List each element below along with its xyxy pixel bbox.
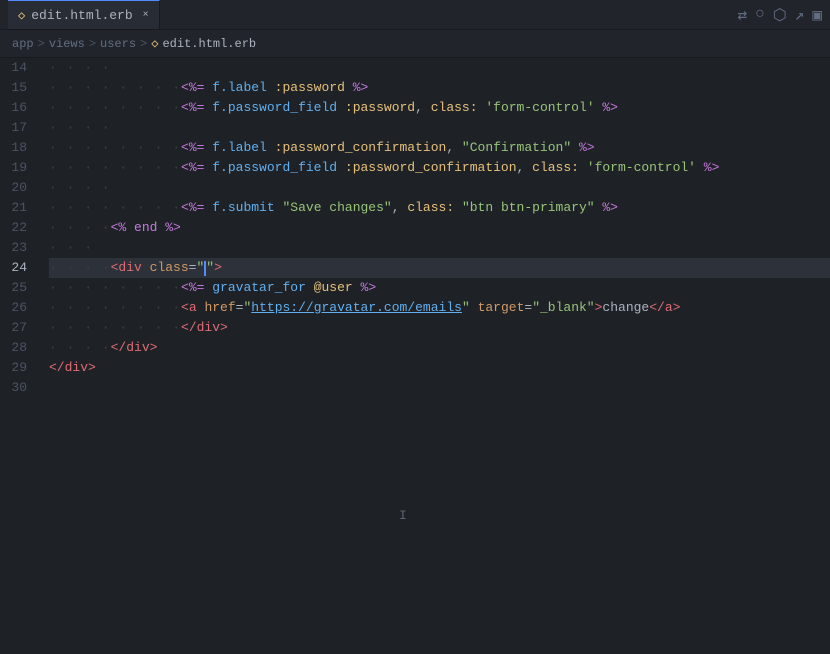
code-line-17: · · · · — [49, 118, 830, 138]
code-line-29: </div> — [49, 358, 830, 378]
code-line-15: · · · · · · · · <%= f.label :password %> — [49, 78, 830, 98]
code-line-27: · · · · · · · · </div> — [49, 318, 830, 338]
code-line-19: · · · · · · · · <%= f.password_field :pa… — [49, 158, 830, 178]
line-numbers: 14 15 16 17 18 19 20 21 22 23 24 25 26 2… — [0, 58, 45, 654]
open-external-icon[interactable]: ↗ — [795, 5, 805, 25]
editor[interactable]: 14 15 16 17 18 19 20 21 22 23 24 25 26 2… — [0, 58, 830, 654]
line-num-24: 24 — [0, 258, 37, 278]
code-area[interactable]: · · · · · · · · · · · · <%= f.label :pas… — [45, 58, 830, 654]
breadcrumb-file[interactable]: edit.html.erb — [162, 37, 256, 51]
line-num-14: 14 — [0, 58, 37, 78]
breadcrumb-file-icon: ◇ — [151, 36, 158, 51]
breadcrumb-sep-1: > — [38, 37, 45, 51]
editor-tab[interactable]: ◇ edit.html.erb × — [8, 0, 160, 29]
breadcrumb: app > views > users > ◇ edit.html.erb — [0, 30, 830, 58]
title-bar-controls: ⇄ ○ ⬡ ↗ ▣ — [738, 5, 823, 25]
code-line-28: · · · · </div> — [49, 338, 830, 358]
breadcrumb-sep-2: > — [89, 37, 96, 51]
line-num-19: 19 — [0, 158, 37, 178]
indent-dots: · · · · — [49, 58, 111, 78]
redo-icon[interactable]: ○ — [755, 5, 765, 25]
line-num-27: 27 — [0, 318, 37, 338]
line-num-29: 29 — [0, 358, 37, 378]
line-num-20: 20 — [0, 178, 37, 198]
code-line-24: · · · · <div class = "" > — [49, 258, 830, 278]
undo-icon[interactable]: ⇄ — [738, 5, 748, 25]
code-line-25: · · · · · · · · <%= gravatar_for @user %… — [49, 278, 830, 298]
line-num-15: 15 — [0, 78, 37, 98]
code-line-20: · · · · — [49, 178, 830, 198]
code-line-21: · · · · · · · · <%= f.submit "Save chang… — [49, 198, 830, 218]
line-num-18: 18 — [0, 138, 37, 158]
code-line-18: · · · · · · · · <%= f.label :password_co… — [49, 138, 830, 158]
layout-icon[interactable]: ▣ — [812, 5, 822, 25]
tab-label: edit.html.erb — [31, 8, 132, 23]
tab-close-button[interactable]: × — [143, 10, 149, 21]
line-num-17: 17 — [0, 118, 37, 138]
line-num-26: 26 — [0, 298, 37, 318]
line-num-21: 21 — [0, 198, 37, 218]
breadcrumb-sep-3: > — [140, 37, 147, 51]
code-line-26: · · · · · · · · <a href = "https://grava… — [49, 298, 830, 318]
code-line-30 — [49, 378, 830, 398]
mouse-cursor-indicator: I — [399, 508, 407, 523]
line-num-23: 23 — [0, 238, 37, 258]
code-line-22: · · · · <% end %> — [49, 218, 830, 238]
line-num-22: 22 — [0, 218, 37, 238]
line-num-25: 25 — [0, 278, 37, 298]
split-icon[interactable]: ⬡ — [773, 5, 787, 25]
code-line-16: · · · · · · · · <%= f.password_field :pa… — [49, 98, 830, 118]
breadcrumb-app[interactable]: app — [12, 37, 34, 51]
breadcrumb-users[interactable]: users — [100, 37, 136, 51]
line-num-16: 16 — [0, 98, 37, 118]
code-line-14: · · · · — [49, 58, 830, 78]
empty-editor-area: I — [49, 398, 830, 654]
line-num-30: 30 — [0, 378, 37, 398]
title-bar: ◇ edit.html.erb × ⇄ ○ ⬡ ↗ ▣ — [0, 0, 830, 30]
file-icon: ◇ — [18, 8, 25, 23]
line-num-28: 28 — [0, 338, 37, 358]
breadcrumb-views[interactable]: views — [49, 37, 85, 51]
code-line-23: · · · — [49, 238, 830, 258]
